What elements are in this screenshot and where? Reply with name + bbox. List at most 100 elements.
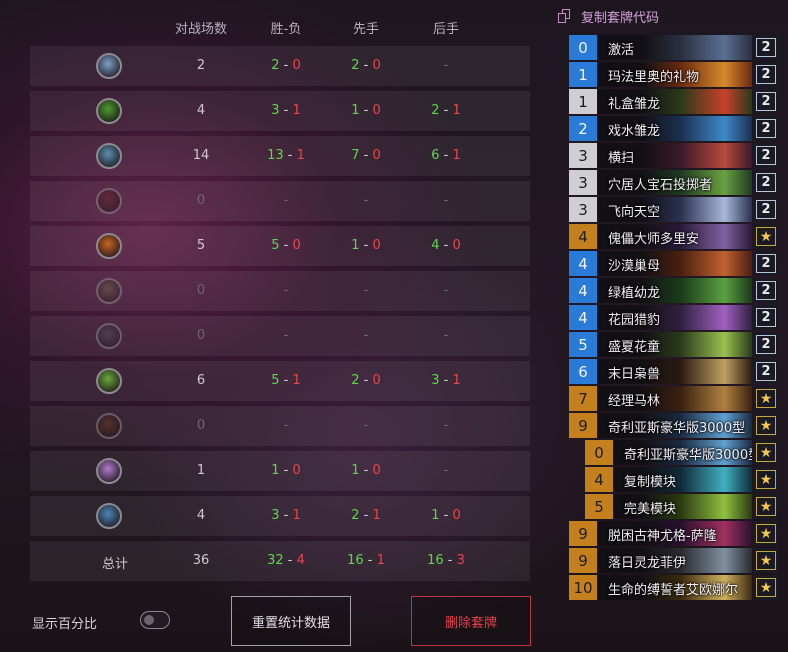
deck-card[interactable]: 1 玛法里奥的礼物 2: [569, 62, 779, 87]
card-cost: 10: [569, 575, 597, 600]
card-name: 绿植幼龙: [608, 286, 661, 301]
delete-deck-button[interactable]: 删除套牌: [411, 596, 531, 646]
card-cost: 9: [569, 413, 597, 438]
legendary-star-icon: ★: [753, 575, 779, 600]
second-cell: -: [443, 418, 449, 433]
card-name-bar: 经理马林: [598, 386, 752, 411]
copy-icon: [558, 9, 572, 23]
total-row: 总计 36 32 - 4 16 - 1 16 - 3: [30, 541, 530, 581]
win-loss-cell: 3 - 1: [271, 103, 301, 118]
deck-card[interactable]: 3 穴居人宝石投掷者 2: [569, 170, 779, 195]
deck-card[interactable]: 4 沙漠巢母 2: [569, 251, 779, 276]
games-cell: 6: [196, 373, 206, 388]
count-value: 2: [756, 146, 776, 165]
rogue-icon: [96, 188, 122, 214]
stats-row: 0 - - -: [30, 406, 530, 446]
card-cost: 4: [569, 251, 597, 276]
toggle-knob: [144, 615, 154, 625]
card-name: 傀儡大师多里安: [608, 232, 700, 247]
card-cost: 9: [569, 521, 597, 546]
deck-card[interactable]: 3 横扫 2: [569, 143, 779, 168]
card-cost: 1: [569, 89, 597, 114]
total-win-loss: 32 - 4: [267, 553, 305, 568]
card-count: 2: [753, 278, 779, 303]
deck-card[interactable]: 4 复制模块 ★: [585, 467, 779, 492]
deck-card[interactable]: 5 盛夏花童 2: [569, 332, 779, 357]
card-name: 激活: [608, 43, 635, 58]
deck-card[interactable]: 0 激活 2: [569, 35, 779, 60]
stats-row: 2 2 - 0 2 - 0 -: [30, 46, 530, 86]
card-name: 戏水雏龙: [608, 124, 661, 139]
card-count: 2: [753, 170, 779, 195]
first-cell: 1 - 0: [351, 103, 381, 118]
legendary-star-icon: ★: [753, 521, 779, 546]
games-cell: 0: [196, 328, 206, 343]
second-cell: -: [443, 193, 449, 208]
card-name-bar: 奇利亚斯豪华版3000型: [614, 440, 752, 465]
deck-card[interactable]: 1 礼盒雏龙 2: [569, 89, 779, 114]
deck-card[interactable]: 9 脱困古神尤格-萨隆 ★: [569, 521, 779, 546]
win-loss-cell: 3 - 1: [271, 508, 301, 523]
card-name: 脱困古神尤格-萨隆: [608, 529, 717, 544]
second-cell: 4 - 0: [431, 238, 461, 253]
deck-card[interactable]: 4 花园猎豹 2: [569, 305, 779, 330]
deck-card[interactable]: 4 绿植幼龙 2: [569, 278, 779, 303]
card-count: 2: [753, 89, 779, 114]
stats-row: 0 - - -: [30, 271, 530, 311]
win-loss-cell: 5 - 0: [271, 238, 301, 253]
star-icon: ★: [756, 389, 776, 408]
total-first: 16 - 1: [347, 553, 385, 568]
count-value: 2: [756, 362, 776, 381]
star-icon: ★: [756, 227, 776, 246]
deck-card[interactable]: 9 落日灵龙菲伊 ★: [569, 548, 779, 573]
deck-card[interactable]: 10 生命的缚誓者艾欧娜尔 ★: [569, 575, 779, 600]
deck-card[interactable]: 4 傀儡大师多里安 ★: [569, 224, 779, 249]
reset-stats-button[interactable]: 重置统计数据: [231, 596, 351, 646]
warlock-icon: [96, 323, 122, 349]
card-name-bar: 沙漠巢母: [598, 251, 752, 276]
card-cost: 5: [585, 494, 613, 519]
card-cost: 2: [569, 116, 597, 141]
copy-deck-code-button[interactable]: 复制套牌代码: [558, 7, 659, 26]
deck-card[interactable]: 9 奇利亚斯豪华版3000型 ★: [569, 413, 779, 438]
first-cell: 2 - 1: [351, 508, 381, 523]
druid-icon: [96, 98, 122, 124]
deck-card[interactable]: 2 戏水雏龙 2: [569, 116, 779, 141]
first-column-header: 先手: [352, 22, 379, 37]
show-percent-toggle[interactable]: [140, 611, 170, 629]
card-cost: 9: [569, 548, 597, 573]
deck-card[interactable]: 7 经理马林 ★: [569, 386, 779, 411]
card-name-bar: 盛夏花童: [598, 332, 752, 357]
card-name: 末日枭兽: [608, 367, 661, 382]
stats-row: 14 13 - 1 7 - 0 6 - 1: [30, 136, 530, 176]
first-cell: -: [363, 418, 369, 433]
card-cost: 4: [585, 467, 613, 492]
legendary-star-icon: ★: [753, 386, 779, 411]
deck-card[interactable]: 0 奇利亚斯豪华版3000型 ★: [585, 440, 779, 465]
star-icon: ★: [756, 551, 776, 570]
deck-card[interactable]: 6 末日枭兽 2: [569, 359, 779, 384]
games-cell: 0: [196, 418, 206, 433]
first-cell: 7 - 0: [351, 148, 381, 163]
star-icon: ★: [756, 470, 776, 489]
card-count: 2: [753, 143, 779, 168]
card-count: 2: [753, 305, 779, 330]
card-count: 2: [753, 62, 779, 87]
deck-card[interactable]: 3 飞向天空 2: [569, 197, 779, 222]
legendary-star-icon: ★: [753, 467, 779, 492]
first-cell: -: [363, 193, 369, 208]
card-name: 盛夏花童: [608, 340, 661, 355]
win-loss-column-header: 胜-负: [270, 22, 302, 37]
second-cell: -: [443, 283, 449, 298]
win-loss-cell: -: [283, 328, 289, 343]
stats-row: 5 5 - 0 1 - 0 4 - 0: [30, 226, 530, 266]
card-name: 复制模块: [624, 475, 677, 490]
total-label: 总计: [101, 557, 128, 572]
card-name-bar: 落日灵龙菲伊: [598, 548, 752, 573]
star-icon: ★: [756, 443, 776, 462]
deck-card[interactable]: 5 完美模块 ★: [585, 494, 779, 519]
legendary-star-icon: ★: [753, 224, 779, 249]
card-name-bar: 绿植幼龙: [598, 278, 752, 303]
card-name: 经理马林: [608, 394, 661, 409]
card-name: 花园猎豹: [608, 313, 661, 328]
